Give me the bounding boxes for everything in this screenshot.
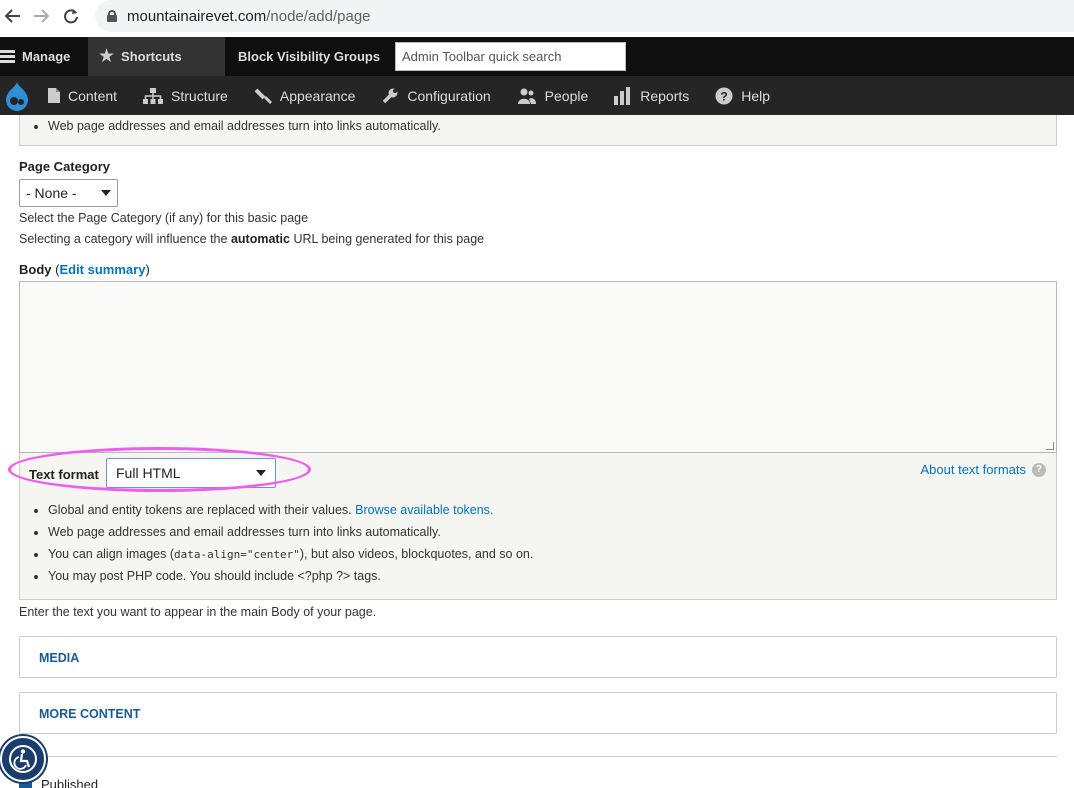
page-category-label: Page Category	[19, 159, 111, 174]
tray-item-help[interactable]: ? Help	[715, 76, 770, 115]
tray-item-content[interactable]: Content	[48, 76, 117, 115]
browser-bar: mountainairevet.com/node/add/page	[0, 0, 1074, 32]
media-summary[interactable]: MEDIA	[39, 651, 79, 665]
tray-item-reports[interactable]: Reports	[614, 76, 689, 115]
page-category-note: Selecting a category will influence the …	[19, 232, 485, 246]
more-content-details[interactable]: MORE CONTENT	[19, 692, 1057, 734]
tray-label-configuration: Configuration	[407, 87, 491, 104]
list-item: Global and entity tokens are replaced wi…	[48, 503, 533, 517]
hamburger-icon	[0, 50, 15, 63]
tray-label-content: Content	[68, 87, 118, 104]
accessibility-icon[interactable]	[0, 736, 46, 782]
body-label: Body (Edit summary)	[19, 262, 150, 277]
page-category-description: Select the Page Category (if any) for th…	[19, 211, 309, 225]
resize-grip-icon[interactable]	[1046, 442, 1054, 450]
question-icon: ?	[715, 87, 733, 105]
shortcuts-tab[interactable]: ★ Shortcuts	[88, 37, 225, 76]
block-visibility-groups-label: Block Visibility Groups	[238, 49, 381, 64]
admin-toolbar-search-input[interactable]: Admin Toolbar quick search	[395, 42, 626, 71]
list-item: Web page addresses and email addresses t…	[48, 525, 533, 539]
help-icon: ?	[1032, 462, 1046, 477]
manage-tab[interactable]: Manage	[0, 37, 88, 76]
chevron-down-icon	[101, 190, 111, 196]
chevron-down-icon	[256, 470, 266, 476]
file-icon	[48, 88, 60, 103]
address-bar[interactable]: mountainairevet.com/node/add/page	[95, 0, 1074, 32]
text-format-value: Full HTML	[116, 465, 181, 481]
bar-chart-icon	[614, 86, 632, 105]
url-host: mountainairevet.com	[127, 7, 267, 25]
drupal-logo-icon[interactable]	[0, 76, 34, 115]
tray-label-people: People	[544, 87, 589, 104]
shortcuts-label: Shortcuts	[121, 49, 182, 64]
divider	[19, 756, 1057, 757]
tray-label-structure: Structure	[171, 87, 228, 104]
block-visibility-groups-tab[interactable]: Block Visibility Groups	[238, 37, 380, 76]
page-category-value: - None -	[26, 185, 77, 201]
sitemap-icon	[143, 87, 164, 104]
list-item: You can align images (data-align="center…	[48, 547, 533, 561]
star-icon: ★	[98, 46, 116, 67]
tray-label-appearance: Appearance	[279, 87, 356, 104]
tray-item-structure[interactable]: Structure	[143, 76, 228, 115]
tray-label-reports: Reports	[640, 87, 690, 104]
tray-label-help: Help	[741, 87, 771, 104]
back-arrow-icon[interactable]	[0, 3, 26, 29]
prev-tip: Web page addresses and email addresses t…	[48, 119, 441, 133]
body-textarea[interactable]	[19, 281, 1057, 453]
browse-tokens-link[interactable]: Browse available tokens.	[355, 503, 493, 517]
forward-arrow-icon[interactable]	[28, 3, 54, 29]
tray-item-people[interactable]: People	[517, 76, 589, 115]
page-category-select[interactable]: - None -	[19, 179, 118, 207]
text-format-label: Text format	[29, 467, 99, 482]
wrench-icon	[381, 87, 399, 105]
url-path: /node/add/page	[266, 7, 371, 25]
edit-summary-link[interactable]: Edit summary	[59, 262, 145, 277]
text-format-wrapper: Text format Full HTML About text formats…	[19, 453, 1057, 600]
about-text-formats-link[interactable]: About text formats ?	[921, 462, 1046, 477]
previous-format-tips: Web page addresses and email addresses t…	[19, 115, 1057, 146]
list-item: You may post PHP code. You should includ…	[48, 569, 533, 583]
text-format-select[interactable]: Full HTML	[106, 458, 276, 488]
published-label: Published	[41, 777, 99, 788]
media-details[interactable]: MEDIA	[19, 636, 1057, 678]
more-content-summary[interactable]: MORE CONTENT	[39, 707, 140, 721]
paintbrush-icon	[254, 88, 272, 104]
admin-tray: Content Structure Appearance Configurati…	[0, 76, 1074, 115]
manage-label: Manage	[22, 49, 71, 64]
reload-icon[interactable]	[58, 3, 84, 29]
lock-icon	[107, 10, 117, 22]
text-format-tips: Global and entity tokens are replaced wi…	[20, 503, 533, 591]
tray-item-configuration[interactable]: Configuration	[381, 76, 491, 115]
people-icon	[517, 88, 537, 104]
body-help-text: Enter the text you want to appear in the…	[19, 605, 377, 619]
svg-text:?: ?	[721, 89, 728, 103]
admin-toolbar: Manage ★ Shortcuts Block Visibility Grou…	[0, 37, 1074, 76]
tray-item-appearance[interactable]: Appearance	[254, 76, 356, 115]
